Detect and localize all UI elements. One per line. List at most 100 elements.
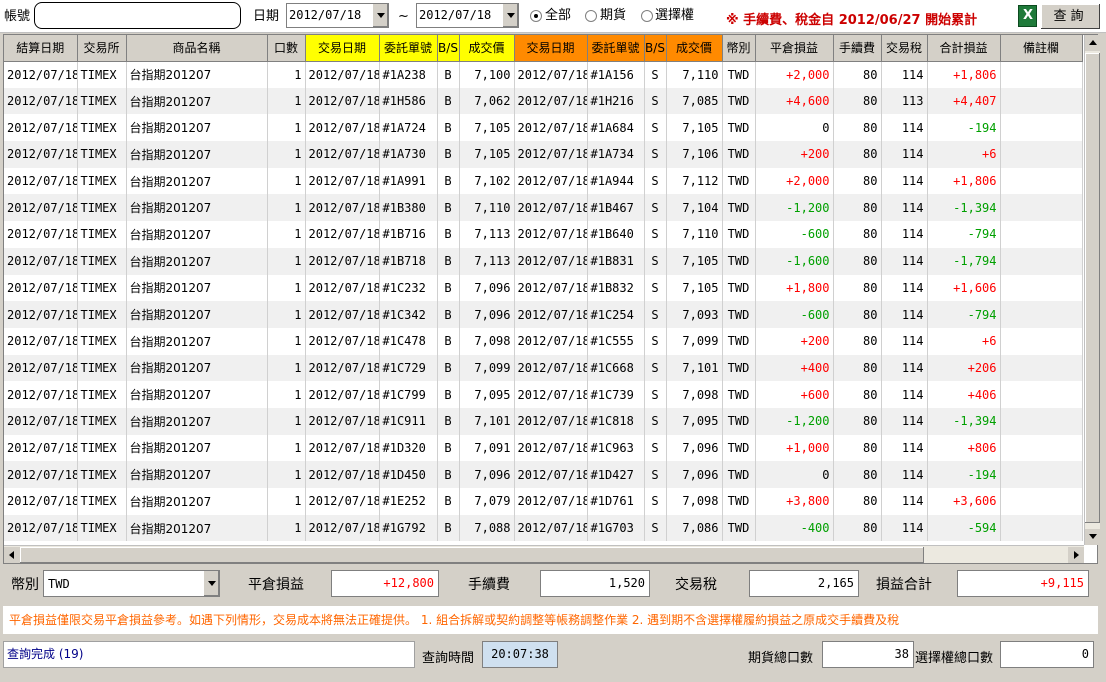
table-cell: #1B467 (587, 194, 645, 222)
table-cell: #1B380 (379, 194, 438, 222)
table-cell: -600 (755, 301, 834, 328)
table-row[interactable]: 2012/07/18 TIMEX 台指期201207 1 2012/07/18 #1C34… (4, 301, 1083, 328)
table-cell: TIMEX (77, 434, 127, 462)
table-cell: #1C729 (379, 354, 438, 382)
horizontal-scrollbar[interactable] (4, 545, 1084, 563)
radio-options-label[interactable]: 選擇權 (655, 8, 694, 24)
column-header[interactable]: 交易所 (77, 35, 127, 62)
table-cell (1000, 247, 1083, 275)
table-row[interactable]: 2012/07/18 TIMEX 台指期201207 1 2012/07/18 #1C79… (4, 381, 1083, 408)
table-cell: 7,096 (459, 461, 515, 488)
table-cell: 2012/07/18 (305, 381, 380, 408)
table-cell: 7,085 (666, 87, 723, 115)
table-cell: +1,806 (927, 167, 1001, 195)
radio-all-label[interactable]: 全部 (545, 8, 571, 24)
futures-lots-label: 期貨總口數 (748, 651, 814, 666)
table-row[interactable]: 2012/07/18 TIMEX 台指期201207 1 2012/07/18 #1B38… (4, 194, 1083, 222)
column-header[interactable]: 結算日期 (4, 35, 78, 62)
table-cell: #1C739 (587, 381, 645, 408)
vertical-scrollbar[interactable] (1084, 35, 1100, 545)
radio-options[interactable] (641, 10, 653, 22)
table-row[interactable]: 2012/07/18 TIMEX 台指期201207 1 2012/07/18 #1C72… (4, 354, 1083, 382)
table-row[interactable]: 2012/07/18 TIMEX 台指期201207 1 2012/07/18 #1C91… (4, 407, 1083, 435)
table-cell: 2012/07/18 (305, 354, 380, 382)
table-cell: 1 (267, 141, 306, 168)
table-row[interactable]: 2012/07/18 TIMEX 台指期201207 1 2012/07/18 #1C23… (4, 274, 1083, 302)
column-header[interactable]: 手續費 (833, 35, 882, 62)
table-cell: 114 (881, 301, 928, 328)
table-row[interactable]: 2012/07/18 TIMEX 台指期201207 1 2012/07/18 #1A72… (4, 114, 1083, 142)
table-cell: B (437, 381, 460, 408)
table-row[interactable]: 2012/07/18 TIMEX 台指期201207 1 2012/07/18 #1D45… (4, 461, 1083, 488)
table-cell: 台指期201207 (126, 381, 268, 408)
table-cell: TIMEX (77, 488, 127, 515)
table-cell: S (644, 434, 667, 462)
table-row[interactable]: 2012/07/18 TIMEX 台指期201207 1 2012/07/18 #1G79… (4, 514, 1083, 542)
excel-export-icon[interactable] (1018, 5, 1037, 27)
table-cell: #1D450 (379, 461, 438, 488)
chevron-down-icon[interactable] (203, 571, 219, 596)
table-cell (1000, 61, 1083, 88)
table-row[interactable]: 2012/07/18 TIMEX 台指期201207 1 2012/07/18 #1C47… (4, 327, 1083, 355)
trade-table: 結算日期 交易所 商品名稱 口數 交易日期 委託單號 B/S 成交價 交易日期 委託單號 B/S 成交… (4, 35, 1083, 542)
column-header[interactable]: B/S (644, 35, 667, 62)
radio-futures-label[interactable]: 期貨 (600, 8, 626, 24)
table-cell: 80 (833, 461, 882, 488)
date-to-select[interactable]: 2012/07/18 (416, 3, 519, 28)
table-cell: 1 (267, 327, 306, 355)
table-cell: 7,098 (666, 381, 723, 408)
column-header[interactable]: 交易日期 (514, 35, 588, 62)
table-row[interactable]: 2012/07/18 TIMEX 台指期201207 1 2012/07/18 #1E25… (4, 488, 1083, 515)
table-row[interactable]: 2012/07/18 TIMEX 台指期201207 1 2012/07/18 #1A23… (4, 61, 1083, 88)
column-header[interactable]: 合計損益 (927, 35, 1001, 62)
currency-select[interactable]: TWD (43, 570, 220, 597)
table-cell: 7,104 (666, 194, 723, 222)
table-cell: TIMEX (77, 301, 127, 328)
scroll-thumb[interactable] (1085, 53, 1100, 523)
scroll-down-icon[interactable] (1085, 529, 1100, 545)
column-header[interactable]: 備註欄 (1000, 35, 1083, 62)
column-header[interactable]: 成交價 (666, 35, 723, 62)
column-header[interactable]: 交易稅 (881, 35, 928, 62)
table-cell: S (644, 194, 667, 222)
column-header[interactable]: 平倉損益 (755, 35, 834, 62)
column-header[interactable]: 交易日期 (305, 35, 380, 62)
table-cell: B (437, 141, 460, 168)
date-from-select[interactable]: 2012/07/18 (286, 3, 389, 28)
table-cell (1000, 381, 1083, 408)
column-header[interactable]: 委託單號 (587, 35, 645, 62)
scroll-up-icon[interactable] (1085, 35, 1100, 51)
query-button[interactable]: 查詢 (1040, 3, 1101, 30)
table-cell: -194 (927, 114, 1001, 142)
table-cell: 7,112 (666, 167, 723, 195)
chevron-down-icon[interactable] (372, 4, 388, 27)
table-row[interactable]: 2012/07/18 TIMEX 台指期201207 1 2012/07/18 #1A73… (4, 141, 1083, 168)
table-cell: 台指期201207 (126, 167, 268, 195)
column-header[interactable]: B/S (437, 35, 460, 62)
scroll-left-icon[interactable] (4, 547, 20, 563)
table-cell: 80 (833, 488, 882, 515)
scroll-right-icon[interactable] (1068, 547, 1084, 563)
table-cell: 2012/07/18 (305, 87, 380, 115)
table-cell: -1,394 (927, 407, 1001, 435)
table-row[interactable]: 2012/07/18 TIMEX 台指期201207 1 2012/07/18 #1B71… (4, 221, 1083, 248)
table-cell: 台指期201207 (126, 327, 268, 355)
table-row[interactable]: 2012/07/18 TIMEX 台指期201207 1 2012/07/18 #1A99… (4, 167, 1083, 195)
column-header[interactable]: 商品名稱 (126, 35, 268, 62)
table-cell: 7,095 (459, 381, 515, 408)
table-cell (1000, 488, 1083, 515)
radio-futures[interactable] (585, 10, 597, 22)
radio-all[interactable] (530, 10, 542, 22)
table-cell: TWD (722, 167, 756, 195)
column-header[interactable]: 委託單號 (379, 35, 438, 62)
column-header[interactable]: 口數 (267, 35, 306, 62)
column-header[interactable]: 成交價 (459, 35, 515, 62)
table-row[interactable]: 2012/07/18 TIMEX 台指期201207 1 2012/07/18 #1H58… (4, 87, 1083, 115)
chevron-down-icon[interactable] (502, 4, 518, 27)
table-row[interactable]: 2012/07/18 TIMEX 台指期201207 1 2012/07/18 #1B71… (4, 247, 1083, 275)
column-header[interactable]: 幣別 (722, 35, 756, 62)
table-cell: TIMEX (77, 327, 127, 355)
scroll-thumb-horizontal[interactable] (20, 547, 924, 563)
table-row[interactable]: 2012/07/18 TIMEX 台指期201207 1 2012/07/18 #1D32… (4, 434, 1083, 462)
account-input[interactable] (34, 2, 241, 29)
